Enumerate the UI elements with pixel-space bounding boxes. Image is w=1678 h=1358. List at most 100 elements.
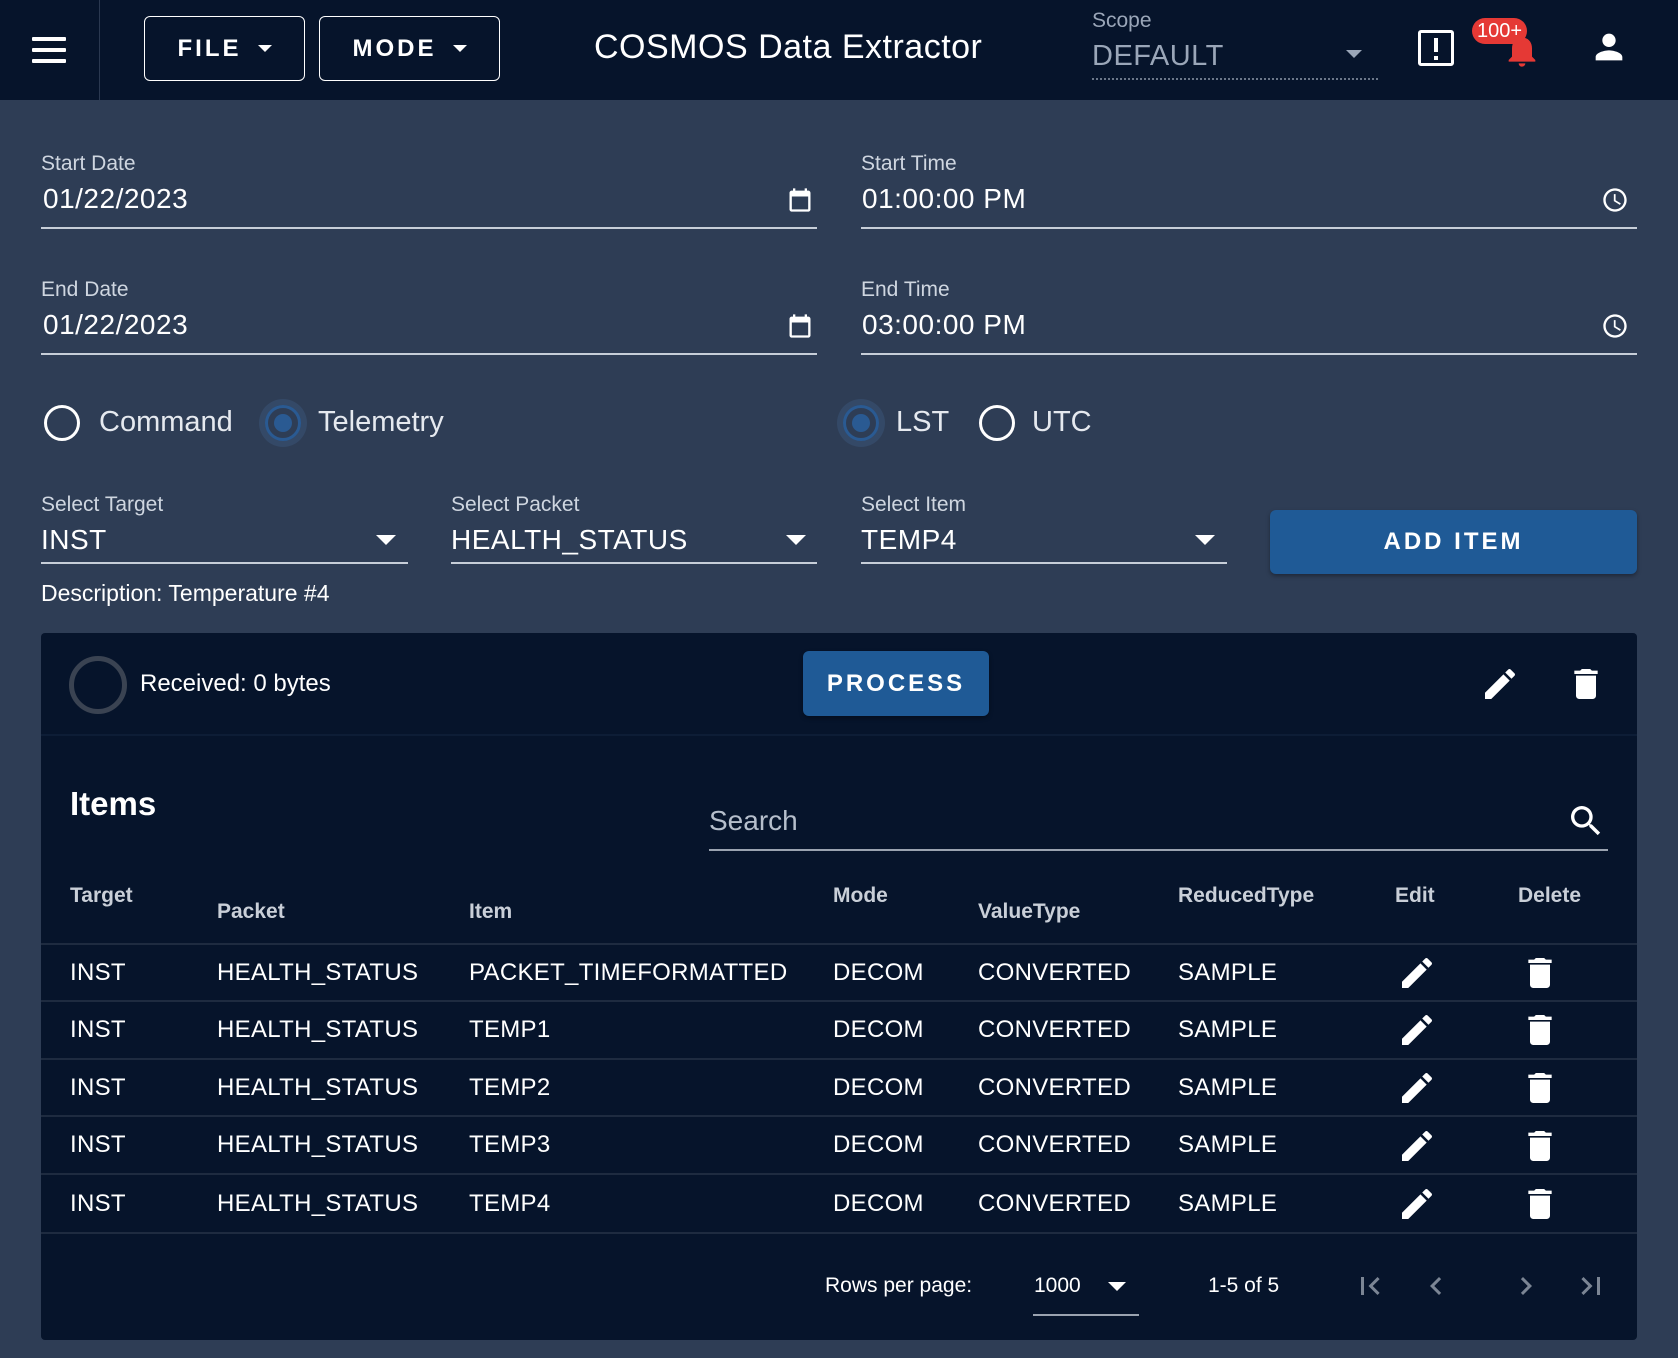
cell-mode: DECOM [833,1074,924,1101]
cell-item: TEMP1 [469,1016,551,1043]
radio-telemetry[interactable] [265,405,301,441]
start-time-field[interactable]: 01:00:00 PM [862,183,1026,215]
cell-item: TEMP2 [469,1074,551,1101]
cell-valuetype: CONVERTED [978,1074,1131,1101]
app-bar-divider [99,0,100,100]
delete-trash-icon[interactable] [1520,1126,1560,1166]
column-header-mode[interactable]: Mode [833,884,888,908]
radio-lst-label[interactable]: LST [896,406,949,439]
start-date-field[interactable]: 01/22/2023 [43,183,188,215]
cell-target: INST [70,1131,126,1158]
column-header-edit: Edit [1395,884,1435,907]
edit-pencil-icon[interactable] [1397,1184,1437,1224]
delete-trash-icon[interactable] [1520,1010,1560,1050]
end-time-label: End Time [861,278,950,301]
cell-valuetype: CONVERTED [978,1190,1131,1217]
chevron-down-icon[interactable] [1346,50,1362,58]
edit-pencil-icon[interactable] [1397,1068,1437,1108]
account-icon[interactable] [1589,27,1629,67]
select-packet-label: Select Packet [451,493,580,516]
search-icon[interactable] [1566,801,1606,841]
column-header-packet[interactable]: Packet [217,900,285,924]
edit-pencil-icon[interactable] [1397,1010,1437,1050]
end-date-underline [41,353,817,355]
end-date-field[interactable]: 01/22/2023 [43,309,188,341]
scope-label: Scope [1092,9,1152,32]
cell-target: INST [70,1074,126,1101]
pagination-info: 1-5 of 5 [1208,1274,1280,1297]
file-menu-label: FILE [177,34,242,62]
radio-utc[interactable] [979,405,1015,441]
select-packet[interactable]: HEALTH_STATUS [451,524,688,556]
end-time-underline [861,353,1637,355]
search-underline [709,849,1608,851]
end-time-field[interactable]: 03:00:00 PM [862,309,1026,341]
column-header-item[interactable]: Item [469,900,512,924]
delete-trash-icon[interactable] [1520,1184,1560,1224]
search-input[interactable]: Search [709,805,798,837]
file-menu-button[interactable]: FILE [144,16,305,81]
rows-per-page-select[interactable]: 1000 [1034,1274,1081,1298]
row-divider [41,1232,1637,1234]
panel-divider [41,734,1637,736]
cell-reducedtype: SAMPLE [1178,1016,1278,1043]
select-item[interactable]: TEMP4 [861,524,957,556]
column-header-valuetype[interactable]: ValueType [978,900,1080,924]
chevron-down-icon[interactable] [376,535,396,545]
delete-trash-icon[interactable] [1520,953,1560,993]
add-item-button[interactable]: ADD ITEM [1270,510,1637,574]
next-page-icon[interactable] [1508,1268,1544,1304]
cell-item: TEMP3 [469,1131,551,1158]
cell-valuetype: CONVERTED [978,1131,1131,1158]
edit-pencil-icon[interactable] [1397,1126,1437,1166]
chevron-down-icon[interactable] [1195,535,1215,545]
pencil-icon[interactable] [1480,664,1520,704]
column-header-reducedtype[interactable]: ReducedType [1178,884,1314,908]
clock-icon[interactable] [1601,312,1629,340]
page-title: COSMOS Data Extractor [594,28,983,66]
chevron-down-icon[interactable] [1108,1282,1126,1291]
cell-mode: DECOM [833,1131,924,1158]
calendar-icon[interactable] [786,312,814,340]
delete-trash-icon[interactable] [1520,1068,1560,1108]
cell-mode: DECOM [833,1190,924,1217]
start-date-underline [41,227,817,229]
scope-underline [1092,78,1378,80]
last-page-icon[interactable] [1573,1268,1609,1304]
mode-menu-button[interactable]: MODE [319,16,500,81]
cell-reducedtype: SAMPLE [1178,1074,1278,1101]
scope-select[interactable]: DEFAULT [1092,40,1224,73]
first-page-icon[interactable] [1352,1268,1388,1304]
cell-item: PACKET_TIMEFORMATTED [469,959,788,986]
cell-valuetype: CONVERTED [978,1016,1131,1043]
column-header-delete: Delete [1518,884,1582,907]
clock-icon[interactable] [1601,186,1629,214]
cell-valuetype: CONVERTED [978,959,1131,986]
menu-icon[interactable] [24,28,74,72]
cell-reducedtype: SAMPLE [1178,1131,1278,1158]
radio-command[interactable] [44,405,80,441]
select-target-underline [41,562,408,564]
row-divider [41,1173,1637,1175]
cell-mode: DECOM [833,959,924,986]
table-divider [41,943,1637,945]
calendar-icon[interactable] [786,186,814,214]
radio-utc-label[interactable]: UTC [1032,406,1092,439]
previous-page-icon[interactable] [1418,1268,1454,1304]
cell-target: INST [70,959,126,986]
start-time-underline [861,227,1637,229]
column-header-target[interactable]: Target [70,884,133,908]
edit-pencil-icon[interactable] [1397,953,1437,993]
chevron-down-icon[interactable] [786,535,806,545]
cell-target: INST [70,1016,126,1043]
radio-telemetry-label[interactable]: Telemetry [318,406,444,439]
process-button[interactable]: PROCESS [803,651,989,716]
radio-command-label[interactable]: Command [99,406,233,439]
radio-lst[interactable] [843,405,879,441]
select-target[interactable]: INST [41,524,107,556]
trash-icon[interactable] [1566,664,1606,704]
alert-icon[interactable] [1418,30,1454,66]
cell-packet: HEALTH_STATUS [217,1131,419,1158]
rows-per-page-underline [1033,1314,1139,1316]
mode-menu-label: MODE [352,34,437,62]
